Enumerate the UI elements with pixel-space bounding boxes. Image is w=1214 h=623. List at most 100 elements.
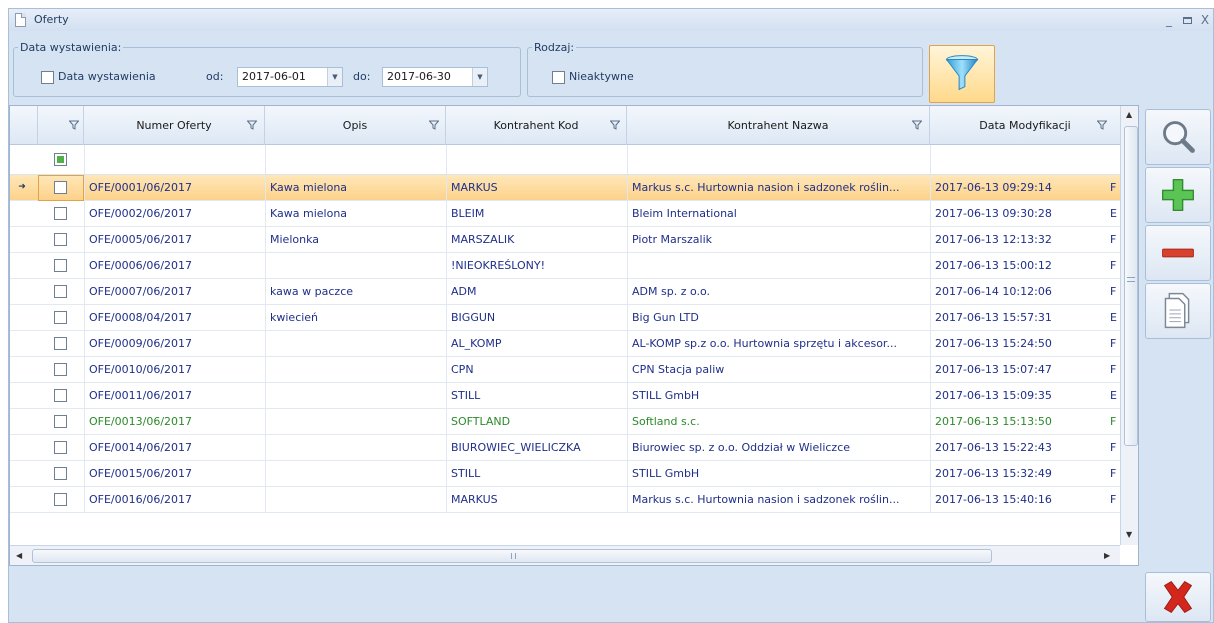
cell-opis[interactable] xyxy=(265,253,446,279)
cell-data[interactable]: 2017-06-13 15:00:12 xyxy=(930,253,1108,279)
cell-data[interactable]: 2017-06-13 15:22:43 xyxy=(930,435,1108,461)
apply-filter-button[interactable] xyxy=(929,45,995,103)
cell-extra[interactable]: F xyxy=(1108,357,1120,383)
select-all-checkbox[interactable] xyxy=(54,153,67,166)
cell-opis[interactable] xyxy=(265,357,446,383)
cell-nazwa[interactable]: Markus s.c. Hurtownia nasion i sadzonek … xyxy=(627,175,930,201)
cell-data[interactable]: 2017-06-13 15:40:16 xyxy=(930,487,1108,513)
cell-nazwa[interactable] xyxy=(627,253,930,279)
cell-kod[interactable]: BIGGUN xyxy=(446,305,627,331)
row-checkbox[interactable] xyxy=(54,363,67,376)
cell-data[interactable]: 2017-06-13 15:07:47 xyxy=(930,357,1108,383)
horizontal-scroll-thumb[interactable] xyxy=(32,549,992,563)
table-row[interactable]: OFE/0015/06/2017 STILL STILL GmbH 2017-06-1… xyxy=(10,461,1138,487)
cell-extra[interactable]: E xyxy=(1108,305,1120,331)
row-checkbox[interactable] xyxy=(54,337,67,350)
cell-kod[interactable]: !NIEOKREŚLONY! xyxy=(446,253,627,279)
cell-kod[interactable]: STILL xyxy=(446,383,627,409)
table-row[interactable]: OFE/0006/06/2017 !NIEOKREŚLONY! 2017-06-13… xyxy=(10,253,1138,279)
inactive-checkbox[interactable] xyxy=(552,71,565,84)
cell-extra[interactable]: F xyxy=(1108,253,1120,279)
row-checkbox[interactable] xyxy=(54,233,67,246)
cell-nazwa[interactable]: CPN Stacja paliw xyxy=(627,357,930,383)
cell-kod[interactable]: MARKUS xyxy=(446,175,627,201)
cell-numer[interactable]: OFE/0005/06/2017 xyxy=(84,227,265,253)
cell-nazwa[interactable]: Piotr Marszalik xyxy=(627,227,930,253)
cell-kod[interactable]: BLEIM xyxy=(446,201,627,227)
cell-nazwa[interactable]: ADM sp. z o.o. xyxy=(627,279,930,305)
cell-numer[interactable]: OFE/0011/06/2017 xyxy=(84,383,265,409)
cell-numer[interactable]: OFE/0010/06/2017 xyxy=(84,357,265,383)
cell-data[interactable]: 2017-06-13 15:32:49 xyxy=(930,461,1108,487)
cell-kod[interactable]: SOFTLAND xyxy=(446,409,627,435)
header-numer-oferty[interactable]: Numer Oferty xyxy=(84,106,265,145)
cell-numer[interactable]: OFE/0001/06/2017 xyxy=(84,175,265,201)
table-row[interactable]: OFE/0005/06/2017 Mielonka MARSZALIK Piotr M… xyxy=(10,227,1138,253)
header-kontrahent-kod[interactable]: Kontrahent Kod xyxy=(446,106,627,145)
funnel-icon[interactable] xyxy=(69,120,79,130)
row-checkbox[interactable] xyxy=(54,389,67,402)
table-row[interactable]: OFE/0013/06/2017 SOFTLAND Softland s.c. 201… xyxy=(10,409,1138,435)
cell-numer[interactable]: OFE/0014/06/2017 xyxy=(84,435,265,461)
cell-nazwa[interactable]: Markus s.c. Hurtownia nasion i sadzonek … xyxy=(627,487,930,513)
cell-opis[interactable] xyxy=(265,461,446,487)
table-row[interactable]: OFE/0016/06/2017 MARKUS Markus s.c. Hurtow… xyxy=(10,487,1138,513)
cell-opis[interactable] xyxy=(265,409,446,435)
cell-opis[interactable] xyxy=(265,331,446,357)
cell-data[interactable]: 2017-06-13 15:57:31 xyxy=(930,305,1108,331)
vertical-scroll-thumb[interactable] xyxy=(1124,126,1138,446)
cell-data[interactable]: 2017-06-13 15:24:50 xyxy=(930,331,1108,357)
row-checkbox[interactable] xyxy=(54,207,67,220)
table-row[interactable]: OFE/0014/06/2017 BIUROWIEC_WIELICZKA Biuro… xyxy=(10,435,1138,461)
row-checkbox[interactable] xyxy=(54,415,67,428)
date-filter-checkbox[interactable] xyxy=(41,71,54,84)
funnel-icon[interactable] xyxy=(247,120,257,130)
cell-extra[interactable]: E xyxy=(1108,201,1120,227)
cell-kod[interactable]: ADM xyxy=(446,279,627,305)
from-date-picker[interactable]: 2017-06-01 ▼ xyxy=(237,67,343,87)
row-checkbox[interactable] xyxy=(54,467,67,480)
row-checkbox[interactable] xyxy=(54,311,67,324)
table-row[interactable]: OFE/0009/06/2017 AL_KOMP AL-KOMP sp.z o.o.… xyxy=(10,331,1138,357)
cell-numer[interactable]: OFE/0013/06/2017 xyxy=(84,409,265,435)
cell-data[interactable]: 2017-06-13 15:13:50 xyxy=(930,409,1108,435)
scroll-left-arrow-icon[interactable]: ◀ xyxy=(16,551,22,560)
cell-extra[interactable]: F xyxy=(1108,461,1120,487)
table-row[interactable]: OFE/0002/06/2017 Kawa mielona BLEIM Bleim I… xyxy=(10,201,1138,227)
copy-button[interactable] xyxy=(1145,283,1211,339)
cell-data[interactable]: 2017-06-13 15:09:35 xyxy=(930,383,1108,409)
table-row[interactable]: OFE/0010/06/2017 CPN CPN Stacja paliw 2017-… xyxy=(10,357,1138,383)
cell-data[interactable]: 2017-06-13 09:30:28 xyxy=(930,201,1108,227)
cell-nazwa[interactable]: STILL GmbH xyxy=(627,383,930,409)
cell-extra[interactable]: F xyxy=(1108,227,1120,253)
maximize-button[interactable] xyxy=(1179,12,1195,28)
cell-numer[interactable]: OFE/0009/06/2017 xyxy=(84,331,265,357)
minimize-button[interactable]: _ xyxy=(1161,12,1177,28)
cell-numer[interactable]: OFE/0016/06/2017 xyxy=(84,487,265,513)
cell-opis[interactable]: kwiecień xyxy=(265,305,446,331)
close-window-button[interactable]: X xyxy=(1197,12,1213,28)
cell-opis[interactable] xyxy=(265,435,446,461)
scroll-down-arrow-icon[interactable]: ▼ xyxy=(1126,530,1132,539)
to-date-picker[interactable]: 2017-06-30 ▼ xyxy=(382,67,488,87)
chevron-down-icon[interactable]: ▼ xyxy=(327,68,342,86)
row-checkbox[interactable] xyxy=(54,493,67,506)
cell-opis[interactable]: Mielonka xyxy=(265,227,446,253)
cell-kod[interactable]: BIUROWIEC_WIELICZKA xyxy=(446,435,627,461)
cell-numer[interactable]: OFE/0002/06/2017 xyxy=(84,201,265,227)
cell-kod[interactable]: MARKUS xyxy=(446,487,627,513)
cell-extra[interactable]: F xyxy=(1108,409,1120,435)
table-row[interactable]: OFE/0008/04/2017 kwiecień BIGGUN Big Gun LT… xyxy=(10,305,1138,331)
cell-opis[interactable]: Kawa mielona xyxy=(265,201,446,227)
cell-numer[interactable]: OFE/0015/06/2017 xyxy=(84,461,265,487)
search-button[interactable] xyxy=(1145,109,1211,165)
remove-button[interactable] xyxy=(1145,225,1211,281)
cell-opis[interactable]: Kawa mielona xyxy=(265,175,446,201)
funnel-icon[interactable] xyxy=(429,120,439,130)
table-row[interactable]: OFE/0011/06/2017 STILL STILL GmbH 2017-06-1… xyxy=(10,383,1138,409)
scroll-up-arrow-icon[interactable]: ▲ xyxy=(1126,110,1132,119)
cell-data[interactable]: 2017-06-13 09:29:14 xyxy=(930,175,1108,201)
funnel-icon[interactable] xyxy=(1097,120,1107,130)
scroll-right-arrow-icon[interactable]: ▶ xyxy=(1104,551,1110,560)
header-opis[interactable]: Opis xyxy=(265,106,446,145)
